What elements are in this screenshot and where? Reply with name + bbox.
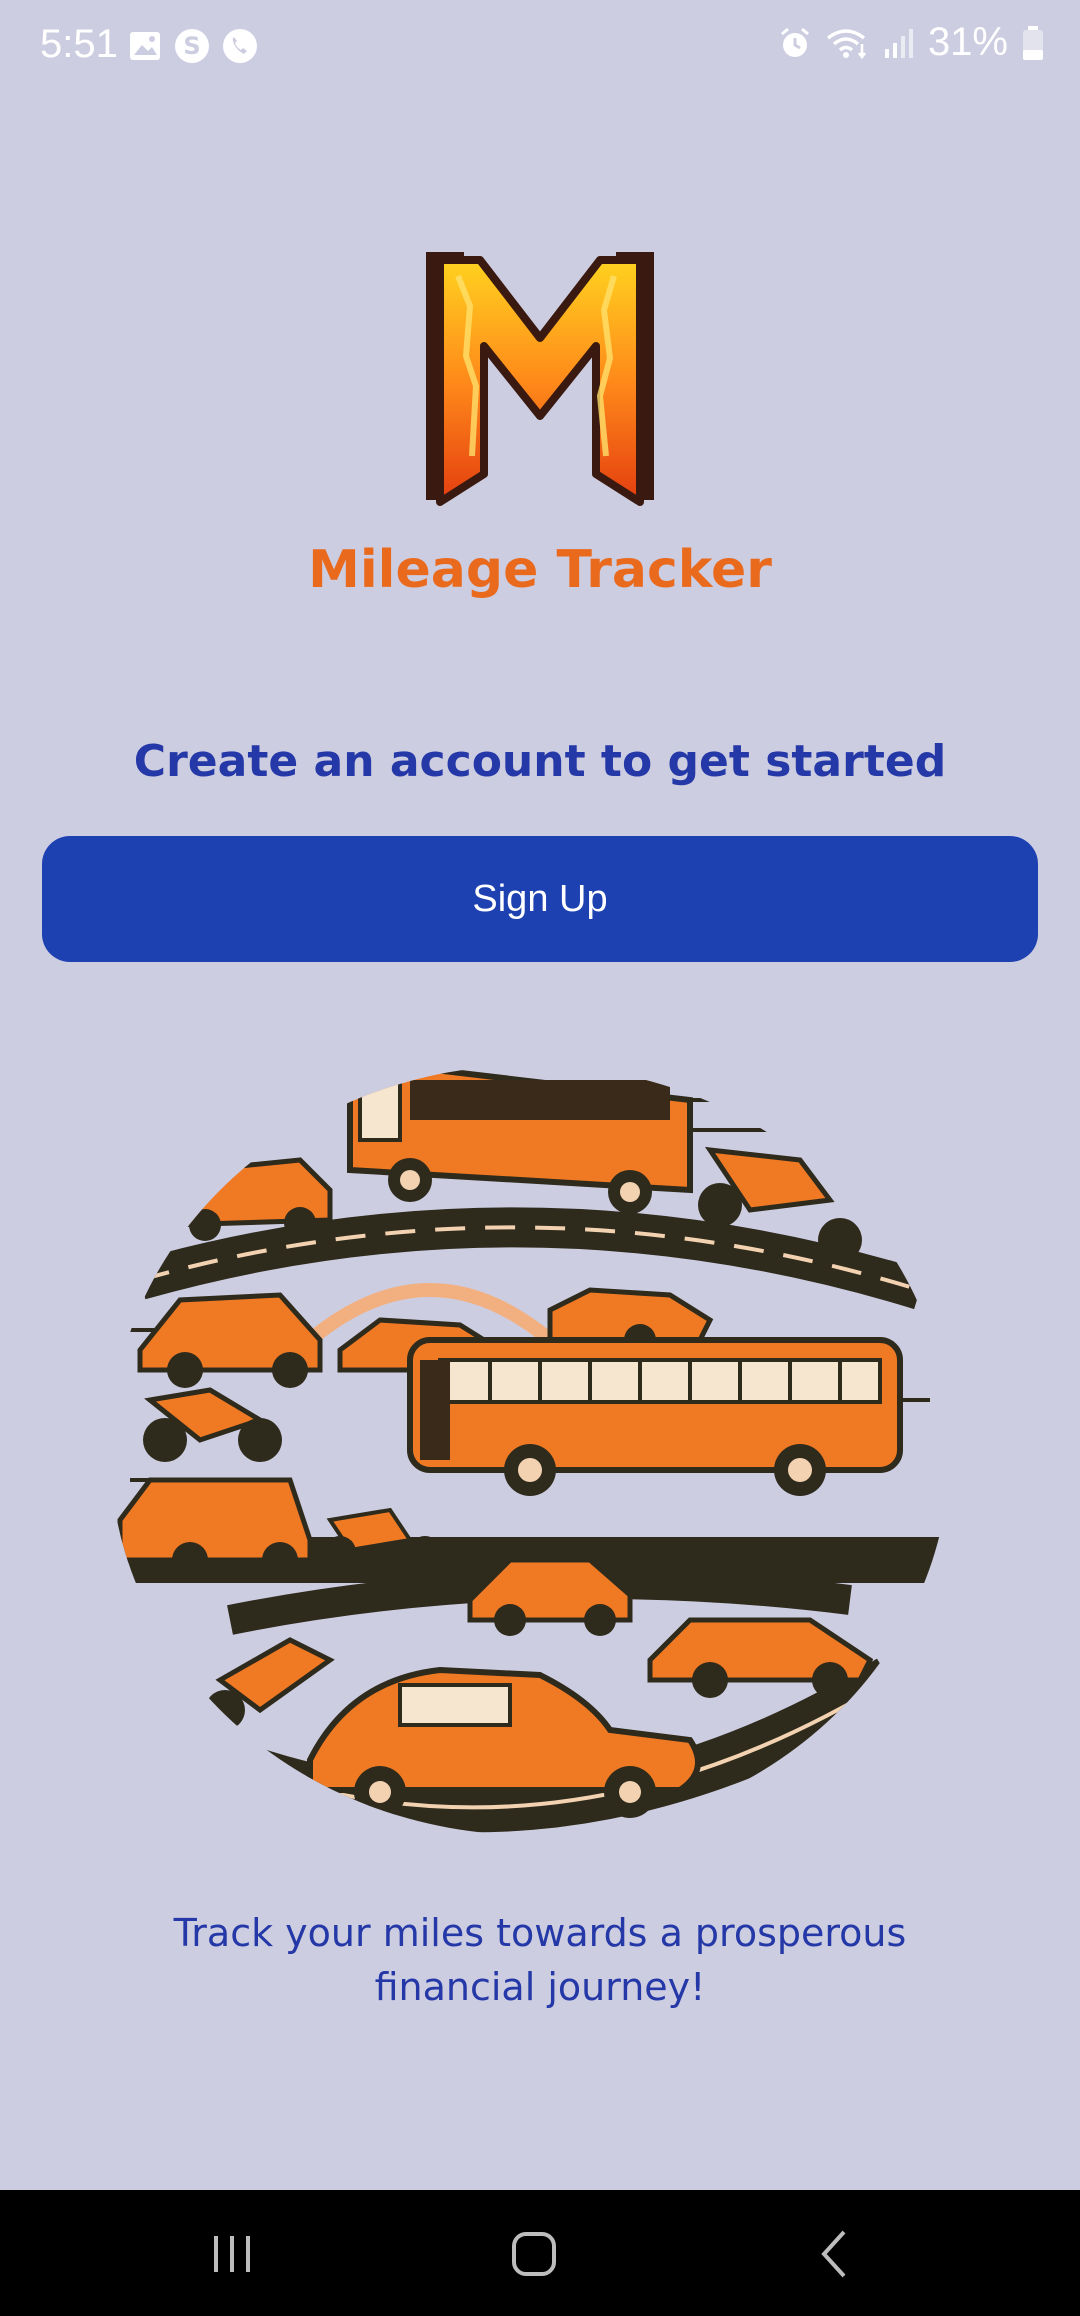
- battery-icon: [1022, 25, 1044, 61]
- onboarding-subtitle: Create an account to get started: [133, 736, 947, 787]
- home-icon[interactable]: [504, 2226, 564, 2282]
- skype-icon: S: [174, 28, 210, 64]
- status-time: 5:51: [40, 22, 118, 66]
- svg-text:S: S: [183, 32, 200, 60]
- system-icons: 31%: [778, 20, 1044, 65]
- navigation-bar: [0, 2190, 1080, 2316]
- gallery-icon: [128, 29, 162, 63]
- vehicles-road-illustration: [110, 1040, 950, 1840]
- battery-percentage: 31%: [927, 20, 1008, 64]
- signal-icon: [884, 27, 914, 59]
- back-icon[interactable]: [806, 2226, 866, 2282]
- tagline: Track your miles towards a prosperous fi…: [173, 1911, 907, 2009]
- status-bar: 5:51 S 31%: [0, 0, 1080, 96]
- app-name: Mileage Tracker: [308, 540, 772, 600]
- sign-up-button[interactable]: Sign Up: [42, 836, 1038, 962]
- viber-icon: [222, 28, 258, 64]
- recent-apps-icon[interactable]: [202, 2226, 262, 2282]
- notification-icons: S: [128, 28, 258, 64]
- mileage-m-logo-icon: [418, 246, 662, 512]
- wifi-icon: [826, 26, 870, 60]
- alarm-icon: [778, 26, 812, 60]
